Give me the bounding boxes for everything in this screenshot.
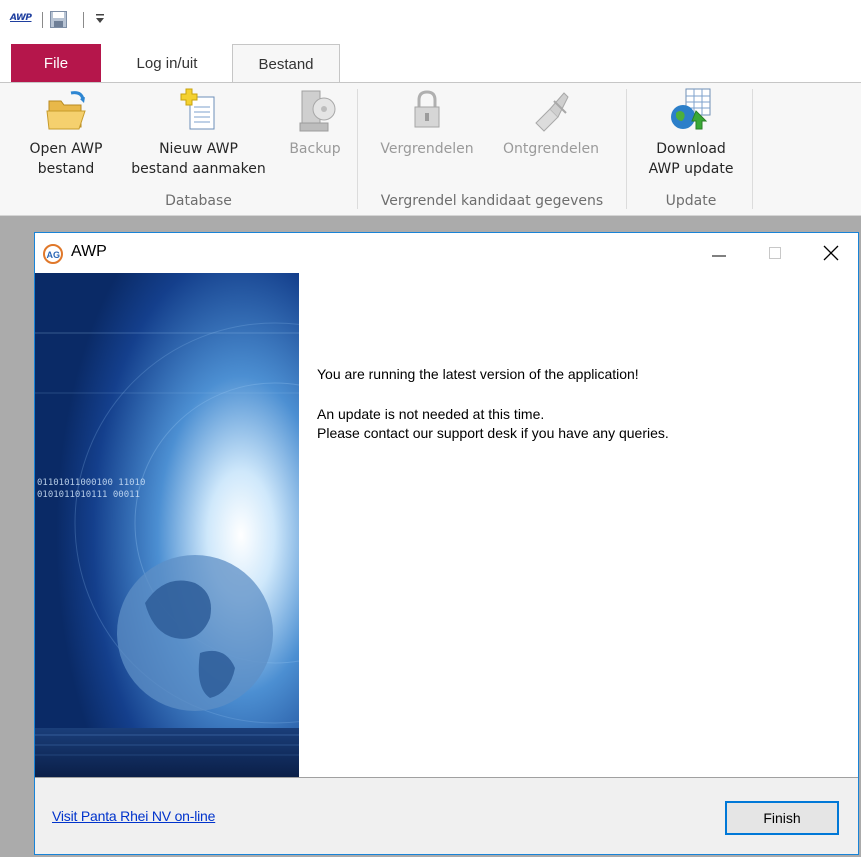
group-label-database: Database — [165, 193, 232, 209]
download-label-line1: Download — [656, 141, 726, 157]
dialog-content: 01101011000100 11010 0101011010111 00011… — [35, 273, 858, 777]
group-label-vergrendel: Vergrendel kandidaat gegevens — [380, 193, 604, 209]
vergrendelen-button[interactable]: Vergrendelen — [366, 87, 488, 159]
dialog-title: AWP — [71, 243, 107, 260]
close-button[interactable] — [803, 233, 859, 273]
customize-dropdown-icon[interactable] — [95, 13, 105, 25]
group-separator — [357, 89, 358, 209]
dialog-titlebar[interactable]: AG AWP — [35, 233, 858, 273]
download-label-line2: AWP update — [648, 161, 734, 177]
support-message: Please contact our support desk if you h… — [317, 425, 669, 441]
svg-text:AG: AG — [47, 250, 61, 260]
maximize-button[interactable] — [747, 233, 803, 273]
vergrendelen-label: Vergrendelen — [380, 141, 474, 157]
group-label-update: Update — [665, 193, 717, 209]
download-awp-update-button[interactable]: Download AWP update — [632, 87, 750, 179]
globe-banner-image: 01101011000100 11010 0101011010111 00011 — [35, 273, 299, 777]
lock-icon — [414, 90, 440, 128]
open-label-line2: bestand — [37, 161, 95, 177]
new-document-icon — [180, 88, 214, 130]
maximize-icon — [769, 247, 781, 259]
open-awp-bestand-button[interactable]: Open AWP bestand — [16, 87, 116, 179]
unlock-icon — [535, 92, 569, 132]
qat-separator — [83, 12, 84, 28]
ontgrendelen-button[interactable]: Ontgrendelen — [488, 87, 614, 159]
open-folder-icon — [46, 91, 86, 130]
minimize-button[interactable] — [691, 233, 747, 273]
awp-logo[interactable]: AWP — [10, 13, 32, 23]
ribbon: Open AWP bestand Nieuw AWP bestand aanma… — [0, 82, 861, 216]
binary-text-line1: 01101011000100 11010 — [37, 478, 145, 488]
tab-log-in-uit[interactable]: Log in/uit — [112, 44, 222, 83]
tab-bestand[interactable]: Bestand — [232, 44, 340, 84]
binary-text-line2: 0101011010111 00011 — [37, 490, 140, 500]
footer-divider — [35, 777, 858, 778]
no-update-message: An update is not needed at this time. — [317, 406, 545, 422]
save-icon[interactable] — [50, 11, 67, 28]
awp-app-icon: AG — [43, 244, 63, 264]
minimize-icon — [712, 255, 726, 257]
finish-button[interactable]: Finish — [725, 801, 839, 835]
nieuw-label-line1: Nieuw AWP — [159, 141, 238, 157]
latest-version-message: You are running the latest version of th… — [317, 366, 639, 382]
qat-separator — [42, 12, 43, 28]
backup-button[interactable]: Backup — [280, 87, 350, 159]
nieuw-awp-bestand-button[interactable]: Nieuw AWP bestand aanmaken — [116, 87, 281, 179]
group-separator — [626, 89, 627, 209]
tab-file[interactable]: File — [11, 44, 101, 83]
group-separator — [752, 89, 753, 209]
ribbon-tabs: File Log in/uit Bestand — [0, 40, 861, 84]
backup-label: Backup — [289, 141, 341, 157]
visit-website-link[interactable]: Visit Panta Rhei NV on-line — [52, 808, 215, 824]
quick-access-toolbar: AWP — [0, 0, 861, 40]
nieuw-label-line2: bestand aanmaken — [131, 161, 266, 177]
download-update-icon — [671, 88, 711, 130]
close-icon — [823, 245, 839, 261]
backup-icon — [299, 90, 336, 132]
ontgrendelen-label: Ontgrendelen — [502, 141, 600, 157]
awp-update-dialog: AG AWP 01101011000100 11010 010101101011… — [34, 232, 859, 855]
open-label-line1: Open AWP — [29, 141, 103, 157]
